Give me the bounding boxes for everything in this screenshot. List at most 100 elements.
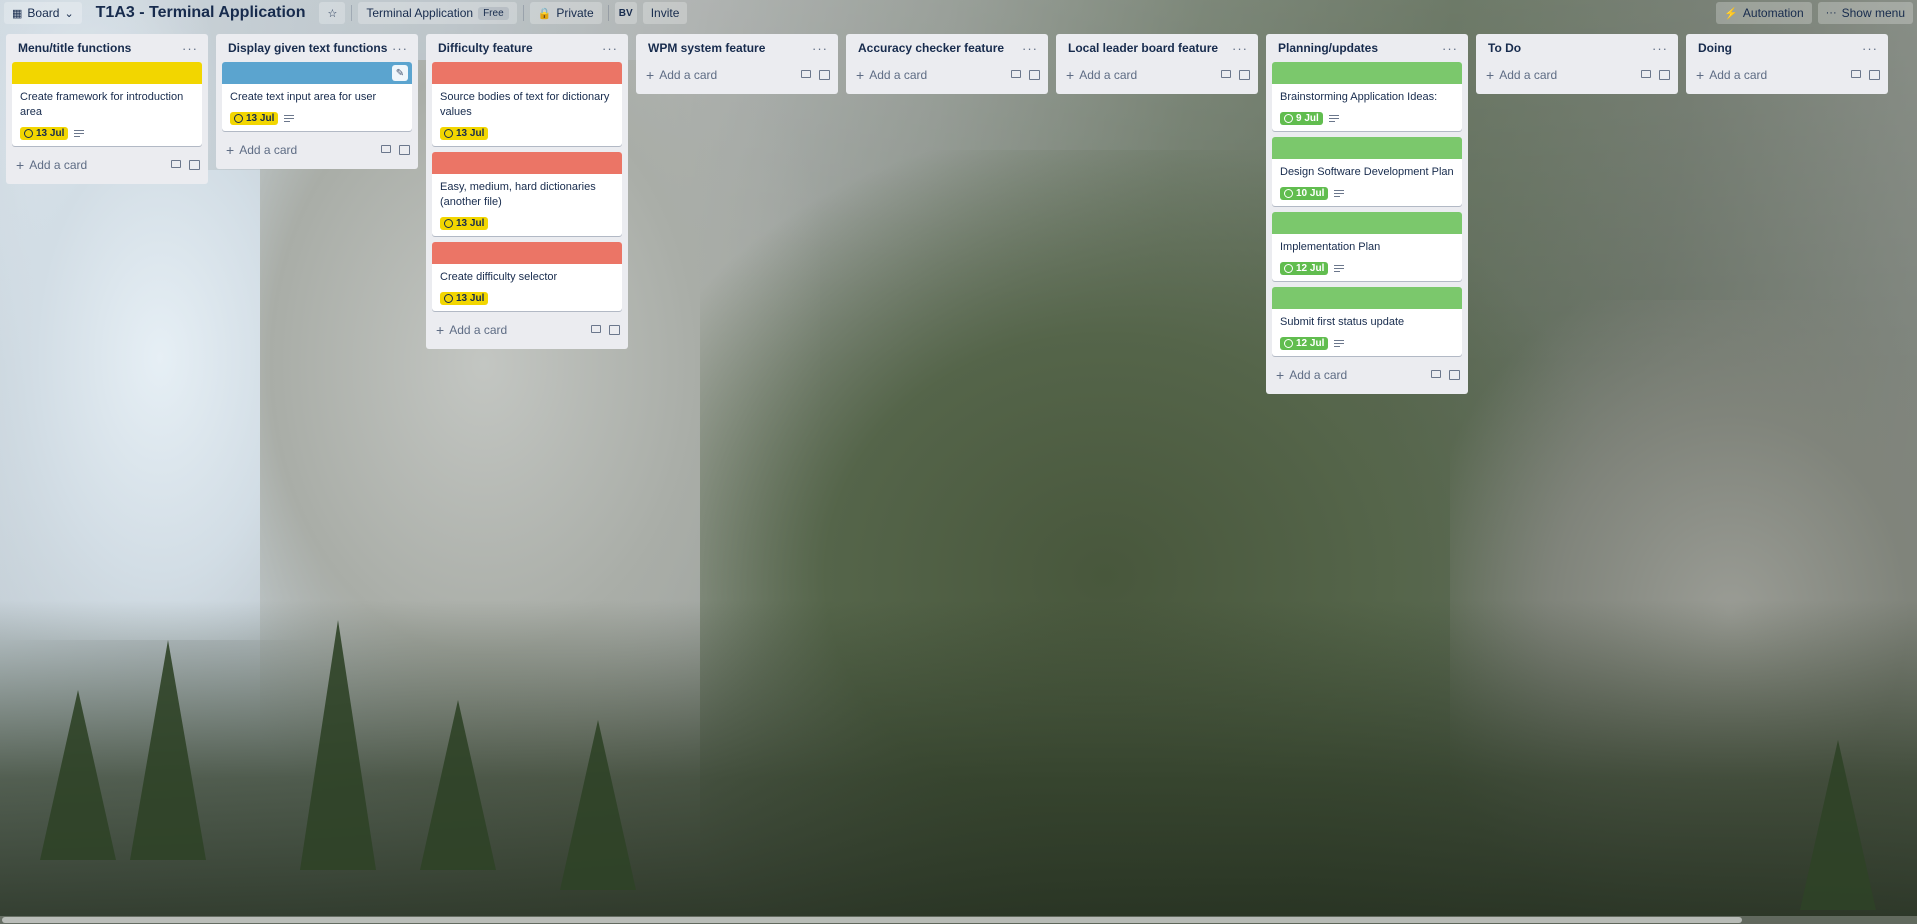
card[interactable]: Design Software Development Plan 10 Jul — [1272, 137, 1462, 206]
card-body: Create framework for introduction area 13… — [12, 84, 202, 146]
add-card-button[interactable]: Add a card — [1709, 68, 1851, 82]
due-date-badge[interactable]: 13 Jul — [440, 291, 489, 305]
card-actions — [1851, 70, 1880, 80]
card-badges: 9 Jul — [1280, 109, 1454, 127]
list-menu-icon[interactable]: ··· — [182, 41, 198, 56]
list[interactable]: Display given text functions ··· ✎ Create t… — [216, 34, 418, 169]
add-card-button[interactable]: Add a card — [239, 143, 381, 157]
workspace-button[interactable]: Terminal Application Free — [358, 2, 517, 24]
list-menu-icon[interactable]: ··· — [1232, 41, 1248, 56]
list[interactable]: Local leader board feature ··· + Add a card — [1056, 34, 1258, 94]
due-date-badge[interactable]: 12 Jul — [1280, 336, 1329, 350]
due-date-badge[interactable]: 10 Jul — [1280, 186, 1329, 200]
card[interactable]: Source bodies of text for dictionary val… — [432, 62, 622, 146]
due-date-badge[interactable]: 12 Jul — [1280, 261, 1329, 275]
board-view-switcher[interactable]: ▦ Board ⌄ — [4, 2, 82, 24]
invite-button[interactable]: Invite — [642, 2, 688, 24]
plus-icon[interactable]: + — [1276, 367, 1284, 383]
camera-icon[interactable] — [381, 145, 391, 153]
list-menu-icon[interactable]: ··· — [1022, 41, 1038, 56]
pencil-icon[interactable]: ✎ — [392, 65, 408, 81]
list[interactable]: Accuracy checker feature ··· + Add a card — [846, 34, 1048, 94]
card[interactable]: Create framework for introduction area 13… — [12, 62, 202, 146]
template-icon[interactable] — [189, 160, 200, 170]
list-menu-icon[interactable]: ··· — [1862, 41, 1878, 56]
list-menu-icon[interactable]: ··· — [812, 41, 828, 56]
list-menu-icon[interactable]: ··· — [1652, 41, 1668, 56]
camera-icon[interactable] — [591, 325, 601, 333]
card[interactable]: Implementation Plan 12 Jul — [1272, 212, 1462, 281]
list-title[interactable]: Planning/updates — [1278, 41, 1442, 55]
scrollbar-thumb[interactable] — [2, 917, 1742, 923]
camera-icon[interactable] — [1011, 70, 1021, 78]
plus-icon[interactable]: + — [1486, 67, 1494, 83]
workspace-plan-badge: Free — [478, 6, 509, 20]
plus-icon[interactable]: + — [856, 67, 864, 83]
card[interactable]: Brainstorming Application Ideas: 9 Jul — [1272, 62, 1462, 131]
board-title[interactable]: T1A3 - Terminal Application — [88, 4, 314, 22]
card-title: Easy, medium, hard dictionaries (another… — [440, 181, 596, 208]
plus-icon[interactable]: + — [1696, 67, 1704, 83]
template-icon[interactable] — [819, 70, 830, 80]
show-menu-button[interactable]: ··· Show menu — [1817, 2, 1913, 24]
add-card-button[interactable]: Add a card — [1289, 368, 1431, 382]
template-icon[interactable] — [1869, 70, 1880, 80]
template-icon[interactable] — [609, 325, 620, 335]
star-button[interactable]: ☆ — [319, 2, 346, 24]
list-title[interactable]: Difficulty feature — [438, 41, 602, 55]
card[interactable]: Create difficulty selector 13 Jul — [432, 242, 622, 311]
add-card-button[interactable]: Add a card — [449, 323, 591, 337]
background-tree — [300, 620, 376, 870]
due-date-badge[interactable]: 13 Jul — [20, 126, 69, 140]
camera-icon[interactable] — [171, 160, 181, 168]
visibility-button[interactable]: 🔒 Private — [529, 2, 602, 24]
list[interactable]: Planning/updates ··· Brainstorming Applica… — [1266, 34, 1468, 394]
due-date-badge[interactable]: 13 Jul — [440, 216, 489, 230]
list[interactable]: Menu/title functions ··· Create framework … — [6, 34, 208, 184]
template-icon[interactable] — [1449, 370, 1460, 380]
list-title[interactable]: Menu/title functions — [18, 41, 182, 55]
add-card-button[interactable]: Add a card — [659, 68, 801, 82]
plus-icon[interactable]: + — [1066, 67, 1074, 83]
due-date-badge[interactable]: 13 Jul — [230, 111, 279, 125]
card[interactable]: Submit first status update 12 Jul — [1272, 287, 1462, 356]
list[interactable]: Difficulty feature ··· Source bodies of te… — [426, 34, 628, 349]
camera-icon[interactable] — [1641, 70, 1651, 78]
card[interactable]: Easy, medium, hard dictionaries (another… — [432, 152, 622, 236]
template-icon[interactable] — [1659, 70, 1670, 80]
plus-icon[interactable]: + — [436, 322, 444, 338]
plus-icon[interactable]: + — [16, 157, 24, 173]
horizontal-scrollbar[interactable] — [0, 916, 1917, 924]
camera-icon[interactable] — [801, 70, 811, 78]
list-title[interactable]: To Do — [1488, 41, 1652, 55]
template-icon[interactable] — [1029, 70, 1040, 80]
list-title[interactable]: Display given text functions — [228, 41, 392, 55]
list-menu-icon[interactable]: ··· — [1442, 41, 1458, 56]
add-card-button[interactable]: Add a card — [1079, 68, 1221, 82]
template-icon[interactable] — [399, 145, 410, 155]
due-date-badge[interactable]: 9 Jul — [1280, 111, 1323, 125]
list-title[interactable]: WPM system feature — [648, 41, 812, 55]
list-title[interactable]: Doing — [1698, 41, 1862, 55]
list[interactable]: Doing ··· + Add a card — [1686, 34, 1888, 94]
due-date-badge[interactable]: 13 Jul — [440, 126, 489, 140]
member-avatar[interactable]: BV — [614, 2, 637, 24]
automation-button[interactable]: ⚡ Automation — [1716, 2, 1812, 24]
add-card-button[interactable]: Add a card — [1499, 68, 1641, 82]
list-menu-icon[interactable]: ··· — [602, 41, 618, 56]
list-title[interactable]: Accuracy checker feature — [858, 41, 1022, 55]
plus-icon[interactable]: + — [646, 67, 654, 83]
card[interactable]: ✎ Create text input area for user 13 Jul — [222, 62, 412, 131]
list[interactable]: WPM system feature ··· + Add a card — [636, 34, 838, 94]
add-card-button[interactable]: Add a card — [29, 158, 171, 172]
list[interactable]: To Do ··· + Add a card — [1476, 34, 1678, 94]
card-actions — [1011, 70, 1040, 80]
template-icon[interactable] — [1239, 70, 1250, 80]
camera-icon[interactable] — [1851, 70, 1861, 78]
plus-icon[interactable]: + — [226, 142, 234, 158]
camera-icon[interactable] — [1221, 70, 1231, 78]
add-card-button[interactable]: Add a card — [869, 68, 1011, 82]
list-title[interactable]: Local leader board feature — [1068, 41, 1232, 55]
camera-icon[interactable] — [1431, 370, 1441, 378]
list-menu-icon[interactable]: ··· — [392, 41, 408, 56]
